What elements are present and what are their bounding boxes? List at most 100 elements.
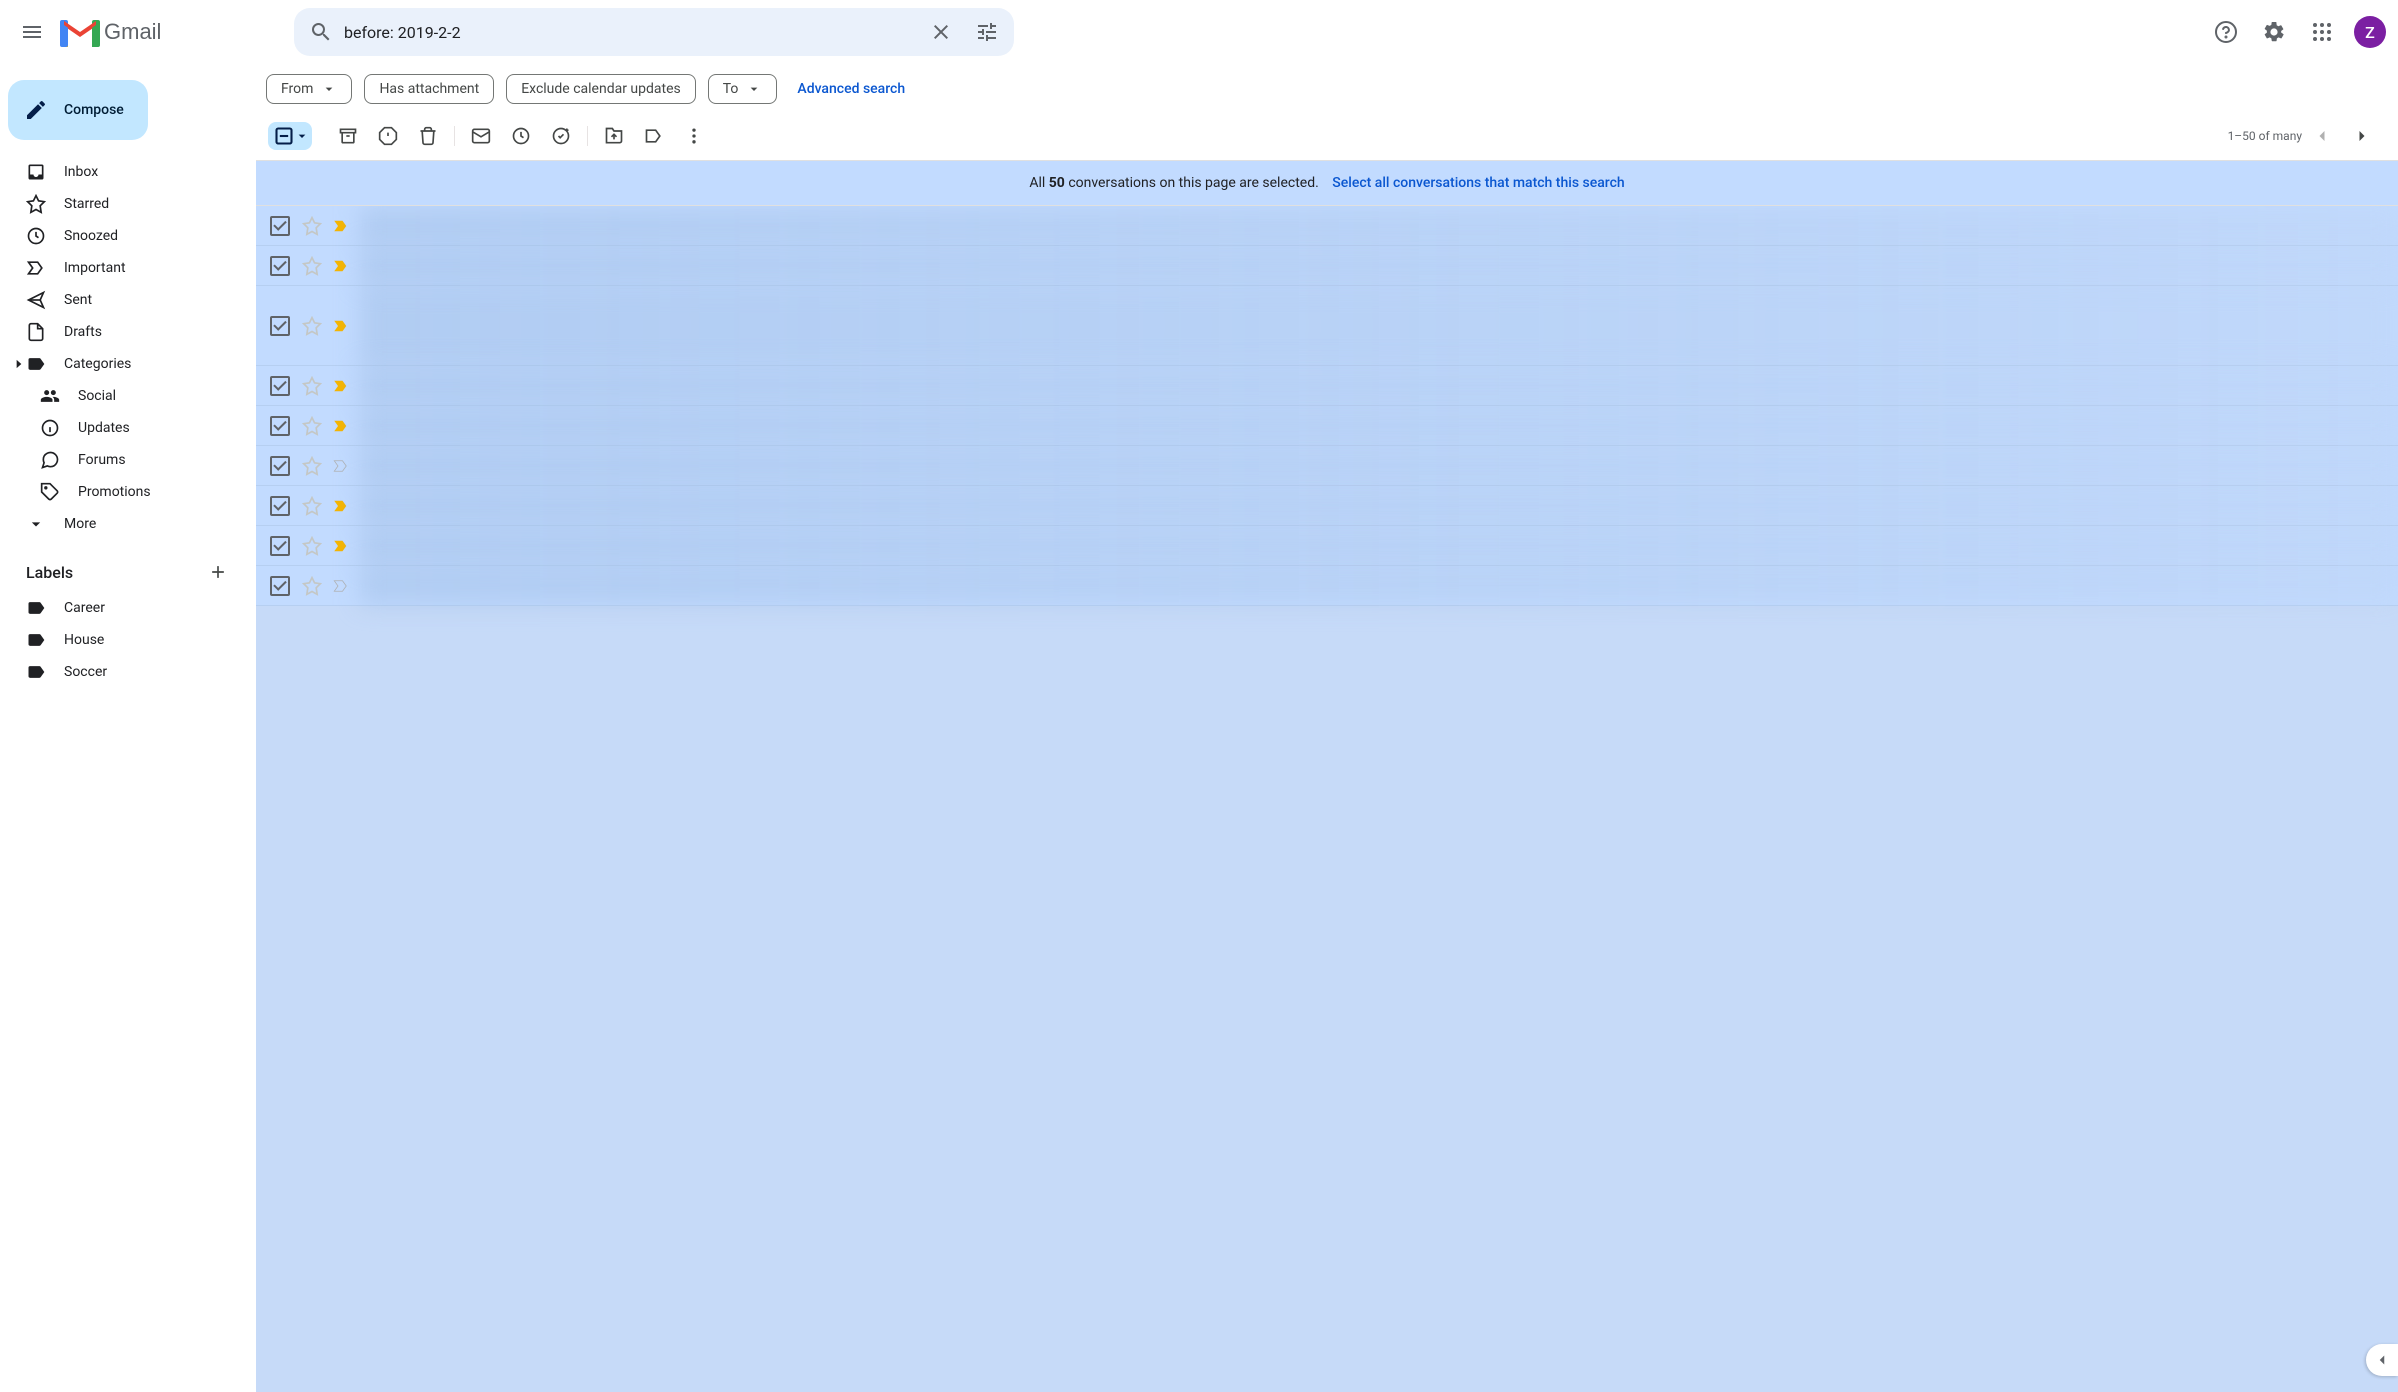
- label-house[interactable]: House: [0, 624, 240, 656]
- compose-button[interactable]: Compose: [8, 80, 148, 140]
- sidebar-item-starred[interactable]: Starred: [0, 188, 240, 220]
- archive-button[interactable]: [328, 116, 368, 156]
- row-checkbox[interactable]: [270, 576, 290, 596]
- chip-to[interactable]: To: [708, 74, 778, 104]
- row-star[interactable]: [302, 316, 322, 336]
- gmail-logo-icon: [60, 17, 100, 47]
- tag-icon: [40, 482, 60, 502]
- select-all-control[interactable]: [268, 122, 312, 150]
- row-important[interactable]: [332, 497, 350, 515]
- search-options-button[interactable]: [964, 9, 1010, 55]
- row-star[interactable]: [302, 216, 322, 236]
- row-important[interactable]: [332, 577, 350, 595]
- search-input[interactable]: [344, 23, 918, 42]
- mail-row[interactable]: [256, 526, 2398, 566]
- account-avatar[interactable]: Z: [2354, 16, 2386, 48]
- add-label-button[interactable]: [204, 558, 232, 586]
- row-content-blurred: [360, 246, 2398, 285]
- row-checkbox[interactable]: [270, 376, 290, 396]
- mail-row[interactable]: [256, 286, 2398, 366]
- row-star[interactable]: [302, 496, 322, 516]
- sidebar-item-label: Social: [78, 388, 116, 404]
- mail-toolbar: 1–50 of many: [256, 112, 2398, 160]
- mail-list[interactable]: [256, 206, 2398, 1392]
- main-menu-button[interactable]: [8, 8, 56, 56]
- sidebar-item-inbox[interactable]: Inbox: [0, 156, 240, 188]
- sidebar-item-label: Drafts: [64, 324, 102, 340]
- banner-count: 50: [1049, 175, 1065, 191]
- sidebar-item-updates[interactable]: Updates: [0, 412, 240, 444]
- row-important[interactable]: [332, 537, 350, 555]
- row-star[interactable]: [302, 456, 322, 476]
- sidebar-item-sent[interactable]: Sent: [0, 284, 240, 316]
- search-clear-button[interactable]: [918, 9, 964, 55]
- mail-row[interactable]: [256, 446, 2398, 486]
- row-star[interactable]: [302, 376, 322, 396]
- settings-button[interactable]: [2250, 8, 2298, 56]
- select-all-search-link[interactable]: Select all conversations that match this…: [1332, 175, 1624, 191]
- label-icon: [644, 126, 664, 146]
- mail-row[interactable]: [256, 246, 2398, 286]
- page-prev-button[interactable]: [2302, 116, 2342, 156]
- header-right: Z: [2202, 8, 2390, 56]
- chip-exclude-calendar[interactable]: Exclude calendar updates: [506, 74, 696, 104]
- chip-has-attachment[interactable]: Has attachment: [364, 74, 494, 104]
- snooze-button[interactable]: [501, 116, 541, 156]
- row-checkbox[interactable]: [270, 416, 290, 436]
- sidebar-item-categories[interactable]: Categories: [0, 348, 240, 380]
- row-checkbox[interactable]: [270, 216, 290, 236]
- mail-row[interactable]: [256, 406, 2398, 446]
- row-star[interactable]: [302, 576, 322, 596]
- chevron-left-icon: [2373, 1351, 2391, 1369]
- spam-icon: [378, 126, 398, 146]
- row-important[interactable]: [332, 217, 350, 235]
- apps-button[interactable]: [2298, 8, 2346, 56]
- search-button[interactable]: [298, 9, 344, 55]
- row-star[interactable]: [302, 256, 322, 276]
- add-task-button[interactable]: [541, 116, 581, 156]
- label-text: Career: [64, 600, 105, 616]
- page-next-button[interactable]: [2342, 116, 2382, 156]
- more-button[interactable]: [674, 116, 714, 156]
- row-important[interactable]: [332, 457, 350, 475]
- gmail-logo[interactable]: Gmail: [56, 17, 294, 47]
- move-to-button[interactable]: [594, 116, 634, 156]
- row-checkbox[interactable]: [270, 536, 290, 556]
- clock-icon: [26, 226, 46, 246]
- sidebar-item-forums[interactable]: Forums: [0, 444, 240, 476]
- label-career[interactable]: Career: [0, 592, 240, 624]
- label-soccer[interactable]: Soccer: [0, 656, 240, 688]
- sidebar-item-social[interactable]: Social: [0, 380, 240, 412]
- support-button[interactable]: [2202, 8, 2250, 56]
- spam-button[interactable]: [368, 116, 408, 156]
- row-important[interactable]: [332, 417, 350, 435]
- mail-row[interactable]: [256, 206, 2398, 246]
- sidebar-item-promotions[interactable]: Promotions: [0, 476, 240, 508]
- pencil-icon: [24, 98, 48, 122]
- sidebar-item-more[interactable]: More: [0, 508, 240, 540]
- row-important[interactable]: [332, 317, 350, 335]
- sidebar-item-drafts[interactable]: Drafts: [0, 316, 240, 348]
- row-star[interactable]: [302, 416, 322, 436]
- plus-icon: [208, 562, 228, 582]
- row-important[interactable]: [332, 377, 350, 395]
- mail-row[interactable]: [256, 566, 2398, 606]
- side-panel-toggle[interactable]: [2366, 1344, 2398, 1376]
- row-checkbox[interactable]: [270, 456, 290, 476]
- row-star[interactable]: [302, 536, 322, 556]
- mark-unread-button[interactable]: [461, 116, 501, 156]
- sidebar-item-label: Updates: [78, 420, 130, 436]
- row-checkbox[interactable]: [270, 316, 290, 336]
- sidebar-item-important[interactable]: Important: [0, 252, 240, 284]
- chip-from[interactable]: From: [266, 74, 352, 104]
- advanced-search-link[interactable]: Advanced search: [797, 81, 905, 97]
- delete-button[interactable]: [408, 116, 448, 156]
- row-checkbox[interactable]: [270, 256, 290, 276]
- row-important[interactable]: [332, 257, 350, 275]
- mail-row[interactable]: [256, 486, 2398, 526]
- row-checkbox[interactable]: [270, 496, 290, 516]
- labels-button[interactable]: [634, 116, 674, 156]
- chevron-left-icon: [2312, 126, 2332, 146]
- mail-row[interactable]: [256, 366, 2398, 406]
- sidebar-item-snoozed[interactable]: Snoozed: [0, 220, 240, 252]
